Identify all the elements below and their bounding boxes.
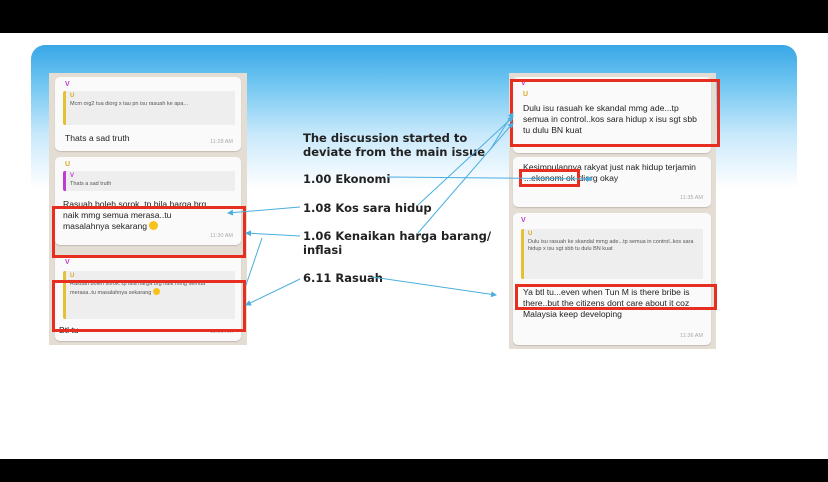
arrow-rasuah-cross <box>245 237 263 286</box>
connector-arrows <box>227 112 593 306</box>
arrow-kos-sara-hidup <box>227 206 301 216</box>
arrow-kenaikan <box>245 230 301 237</box>
arrow-heading-to-msg <box>489 112 514 151</box>
arrow-rasuah-left <box>245 278 301 306</box>
arrow-ekonomi <box>387 175 593 182</box>
arrow-kos-to-right <box>417 116 514 206</box>
presentation-slide: V U Mcm org2 tua diorg x tau pn isu rasu… <box>0 33 828 459</box>
arrow-rasuah-right <box>371 276 497 298</box>
